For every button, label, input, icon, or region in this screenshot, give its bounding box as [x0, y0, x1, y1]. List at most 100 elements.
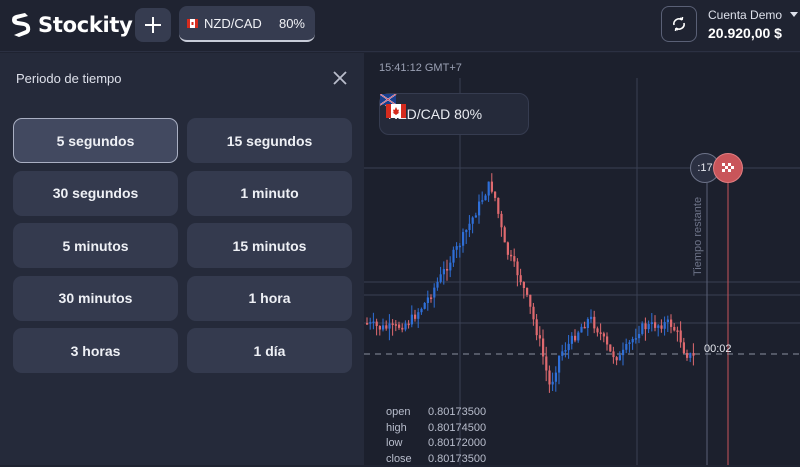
- candle-body: [436, 282, 438, 288]
- candle-body: [680, 331, 682, 343]
- candle-body: [593, 317, 595, 329]
- candle-body: [638, 334, 640, 338]
- account-selector[interactable]: Cuenta Demo 20.920,00 $: [708, 8, 798, 41]
- candle-body: [632, 339, 634, 342]
- candle-body: [465, 230, 467, 232]
- candle-body: [382, 325, 384, 329]
- candle-body: [568, 344, 570, 350]
- candle-body: [452, 250, 454, 263]
- candle-body: [372, 322, 374, 324]
- candle-body: [459, 246, 461, 248]
- candle-body: [670, 320, 672, 327]
- candle-body: [433, 288, 435, 298]
- chart-time-label: 15:41:12 GMT+7: [379, 62, 462, 74]
- timeframe-option-5s[interactable]: 5 segundos: [13, 118, 178, 163]
- candle-body: [558, 356, 560, 373]
- candle-body: [385, 325, 387, 328]
- candle-body: [414, 315, 416, 319]
- timeframe-option-1m[interactable]: 1 minuto: [187, 171, 352, 216]
- candle-body: [376, 322, 378, 326]
- candle-body: [683, 342, 685, 353]
- candle-body: [660, 325, 662, 328]
- pair-pill[interactable]: NZD/CAD 80%: [379, 93, 529, 135]
- candle-body: [574, 336, 576, 341]
- candle-body: [420, 309, 422, 312]
- timeframe-option-1h[interactable]: 1 hora: [187, 276, 352, 321]
- candle-body: [590, 317, 592, 319]
- logo-icon: [10, 11, 32, 39]
- timeframe-option-3h[interactable]: 3 horas: [13, 328, 178, 373]
- candle-body: [635, 338, 637, 340]
- candle-body: [676, 330, 678, 332]
- candle-body: [456, 246, 458, 250]
- candle-body: [600, 332, 602, 334]
- candle-body: [580, 327, 582, 333]
- ohlc-low-value: 0.80172000: [428, 436, 486, 452]
- candle-body: [449, 263, 451, 271]
- candle-body: [641, 323, 643, 334]
- candle-body: [545, 356, 547, 370]
- candle-body: [408, 324, 410, 326]
- candle-body: [571, 336, 573, 344]
- candle-body: [507, 242, 509, 254]
- candle-body: [468, 224, 470, 230]
- sync-button[interactable]: [661, 6, 697, 42]
- candle-body: [484, 196, 486, 201]
- timeframe-option-15m[interactable]: 15 minutos: [187, 223, 352, 268]
- add-asset-button[interactable]: [135, 8, 171, 42]
- candle-body: [689, 353, 691, 358]
- candle-body: [552, 382, 554, 385]
- candle-body: [644, 323, 646, 329]
- candle-body: [664, 322, 666, 329]
- candle-body: [619, 355, 621, 360]
- candle-body: [398, 325, 400, 328]
- candle-body: [609, 345, 611, 352]
- candle-body: [577, 332, 579, 340]
- candle-body: [462, 232, 464, 246]
- price-chart[interactable]: 15:41:12 GMT+7 NZD/CAD 80% :17 Tiempo re…: [364, 53, 800, 465]
- app-logo[interactable]: Stockity: [10, 10, 133, 40]
- timeframe-option-15s[interactable]: 15 segundos: [187, 118, 352, 163]
- candlesticks: [366, 173, 695, 393]
- candle-body: [494, 192, 496, 198]
- candle-body: [539, 335, 541, 338]
- candle-body: [692, 353, 694, 356]
- candle-body: [587, 319, 589, 328]
- candle-body: [648, 324, 650, 329]
- candle-body: [625, 344, 627, 350]
- candle-body: [478, 202, 480, 216]
- candle-body: [516, 261, 518, 275]
- candle-body: [500, 214, 502, 227]
- candle-body: [532, 307, 534, 320]
- candle-body: [651, 322, 653, 324]
- candle-body: [520, 275, 522, 282]
- candle-body: [366, 323, 368, 325]
- candle-body: [529, 295, 531, 307]
- timeframe-option-30m[interactable]: 30 minutos: [13, 276, 178, 321]
- top-bar: Stockity NZD/CAD 80% Cuenta Demo 20.920,…: [0, 0, 800, 52]
- candle-body: [430, 297, 432, 299]
- candle-body: [411, 315, 413, 325]
- candle-body: [510, 255, 512, 257]
- candle-body: [472, 217, 474, 223]
- timeframe-option-30s[interactable]: 30 segundos: [13, 171, 178, 216]
- timeframe-option-1d[interactable]: 1 día: [187, 328, 352, 373]
- candle-body: [424, 303, 426, 309]
- candle-body: [612, 351, 614, 357]
- remaining-time-label: Tiempo restante: [692, 156, 704, 276]
- candle-body: [481, 200, 483, 202]
- candle-body: [622, 350, 624, 355]
- candle-body: [564, 350, 566, 352]
- candle-body: [417, 312, 419, 319]
- timeframe-option-5m[interactable]: 5 minutos: [13, 223, 178, 268]
- candle-body: [443, 269, 445, 274]
- candle-body: [667, 320, 669, 323]
- candle-body: [440, 274, 442, 282]
- flag-icon: [187, 19, 198, 28]
- panel-title: Periodo de tiempo: [16, 71, 122, 86]
- candle-body: [536, 319, 538, 335]
- candle-body: [542, 339, 544, 357]
- close-icon[interactable]: [331, 69, 349, 87]
- candle-body: [388, 324, 390, 329]
- asset-tab[interactable]: NZD/CAD 80%: [179, 6, 315, 42]
